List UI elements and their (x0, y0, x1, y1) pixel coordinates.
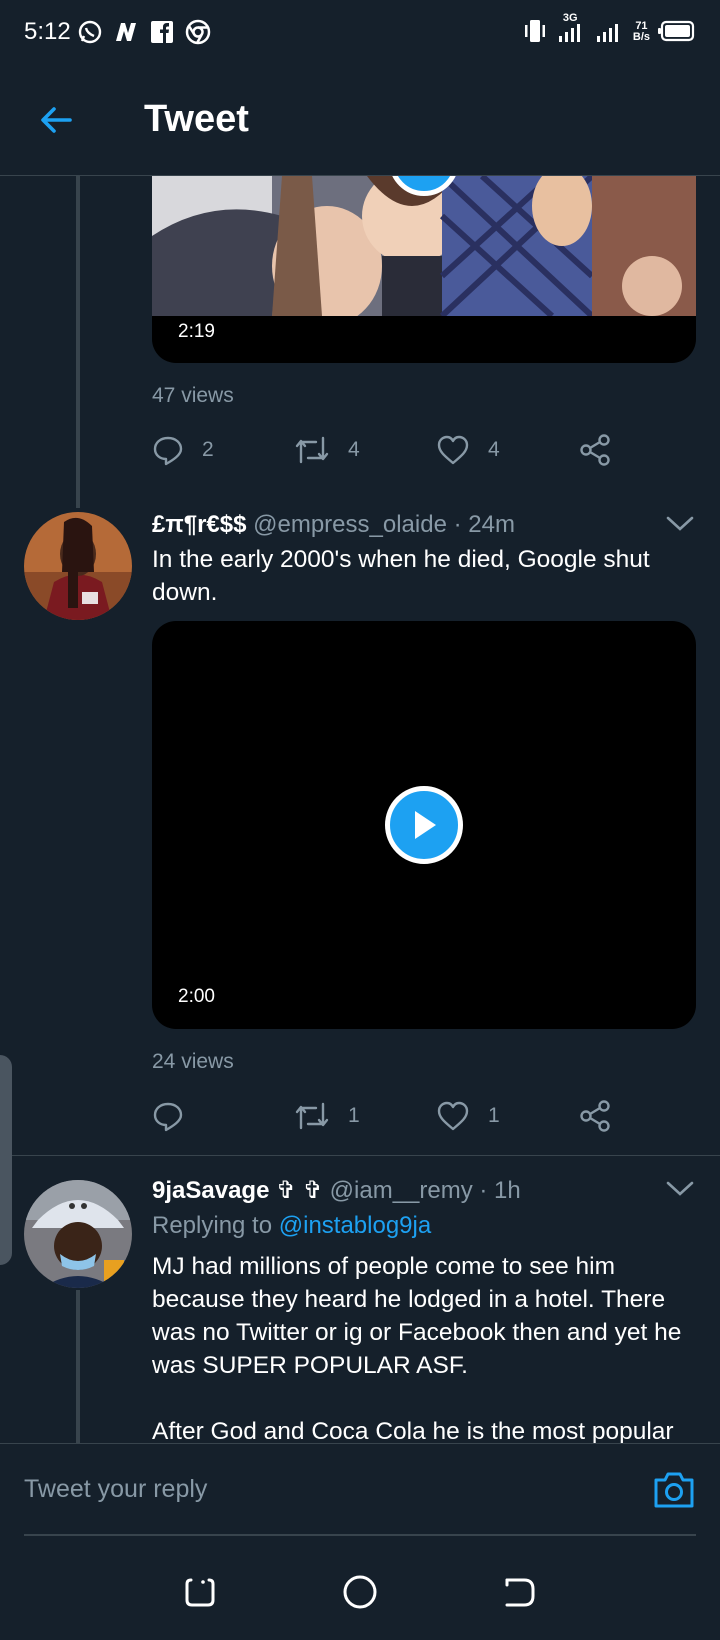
tweet-author-line: 9jaSavage ✞ ✞ @iam__remy · 1h (152, 1176, 521, 1205)
tweet-actions: 1 1 (152, 1094, 632, 1138)
chevron-down-icon[interactable] (664, 508, 696, 540)
notification-icons (77, 19, 211, 45)
network-type-label: 3G (562, 11, 578, 24)
reply-placeholder: Tweet your reply (24, 1474, 208, 1503)
heart-icon (437, 1101, 469, 1131)
share-button[interactable] (578, 1099, 630, 1133)
video-duration: 2:00 (178, 986, 215, 1007)
video-player-top[interactable]: 2:19 (152, 176, 696, 363)
user-avatar-image (24, 1180, 132, 1288)
reply-button[interactable] (152, 1100, 294, 1132)
facebook-icon (149, 19, 175, 45)
signal-3g-icon: 3G (557, 12, 587, 47)
news-icon (113, 19, 139, 45)
video-duration: 2:19 (178, 321, 215, 342)
reply-icon (153, 436, 183, 466)
tweet-time: · 24m (453, 511, 515, 538)
tweet-paragraph: MJ had millions of people come to see hi… (152, 1253, 682, 1379)
retweet-count: 1 (348, 1104, 360, 1127)
author-name[interactable]: 9jaSavage ✞ ✞ (152, 1177, 323, 1204)
reply-icon (153, 1102, 183, 1132)
status-time: 5:12 (24, 18, 71, 45)
author-handle[interactable]: @iam__remy (330, 1177, 473, 1204)
video-thumbnail (152, 176, 696, 316)
retweet-button[interactable]: 1 (294, 1100, 436, 1132)
tweet-text: In the early 2000's when he died, Google… (152, 546, 650, 606)
retweet-icon (295, 1102, 329, 1130)
avatar[interactable] (24, 512, 132, 620)
network-speed-unit: B/s (632, 31, 650, 43)
like-button[interactable]: 1 (436, 1100, 578, 1132)
system-nav-bar (0, 1543, 720, 1640)
recents-icon (185, 1578, 215, 1606)
author-handle[interactable]: @empress_olaide (253, 511, 447, 538)
edge-panel-handle[interactable] (0, 1055, 12, 1265)
share-button[interactable] (578, 433, 630, 467)
chevron-down-icon[interactable] (664, 1173, 696, 1205)
replying-prefix: Replying to (152, 1212, 273, 1239)
chrome-icon (185, 19, 211, 45)
reply-input[interactable]: Tweet your reply (24, 1444, 696, 1536)
recents-button[interactable] (176, 1568, 224, 1616)
play-icon (415, 811, 436, 839)
mention-link[interactable]: @instablog9ja (279, 1212, 431, 1239)
reply-bar: Tweet your reply (0, 1443, 720, 1543)
video-player[interactable]: 2:00 (152, 621, 696, 1029)
retweet-button[interactable]: 4 (294, 434, 436, 466)
play-button[interactable] (385, 786, 463, 864)
app-header: Tweet (0, 64, 720, 176)
network-speed: 71 B/s (633, 21, 650, 43)
retweet-icon (295, 436, 329, 464)
retweet-count: 4 (348, 438, 360, 461)
page-title: Tweet (144, 98, 249, 140)
signal-icon (595, 18, 625, 47)
back-nav-button[interactable] (496, 1568, 544, 1616)
view-count: 47 views (152, 384, 234, 407)
vibrate-icon (521, 18, 549, 47)
heart-icon (437, 435, 469, 465)
thread-line-top (76, 176, 80, 508)
thread-line-bottom (76, 1290, 80, 1443)
battery-icon (658, 19, 696, 46)
like-count: 1 (488, 1104, 500, 1127)
home-circle-icon (343, 1575, 377, 1608)
back-arrow-icon (41, 106, 72, 133)
reply-count: 2 (202, 438, 214, 461)
replying-to-line: Replying to @instablog9ja (152, 1212, 431, 1240)
system-status-icons: 3G 71 B/s (521, 12, 696, 47)
view-count: 24 views (152, 1050, 234, 1073)
user-avatar-image (24, 512, 132, 620)
avatar[interactable] (24, 1180, 132, 1288)
tweet-actions: 2 4 4 (152, 428, 632, 472)
like-count: 4 (488, 438, 500, 461)
share-icon (580, 1100, 610, 1132)
home-button[interactable] (336, 1568, 384, 1616)
reply-button[interactable]: 2 (152, 434, 294, 466)
tweet-text: MJ had millions of people come to see hi… (152, 1250, 692, 1443)
status-bar: 5:12 3G 71 B/s (0, 0, 720, 64)
like-button[interactable]: 4 (436, 434, 578, 466)
tweet-paragraph: After God and Coca Cola he is the most p… (152, 1418, 674, 1443)
tweet-time: · 1h (479, 1177, 521, 1204)
camera-icon[interactable] (652, 1468, 696, 1512)
whatsapp-icon (77, 19, 103, 45)
author-name[interactable]: £π¶r€$$ (152, 511, 246, 538)
tweet-author-line: £π¶r€$$ @empress_olaide · 24m (152, 511, 515, 539)
back-nav-icon (505, 1578, 535, 1606)
tweet-divider (0, 1155, 720, 1156)
back-button[interactable] (28, 92, 84, 148)
share-icon (580, 434, 610, 466)
